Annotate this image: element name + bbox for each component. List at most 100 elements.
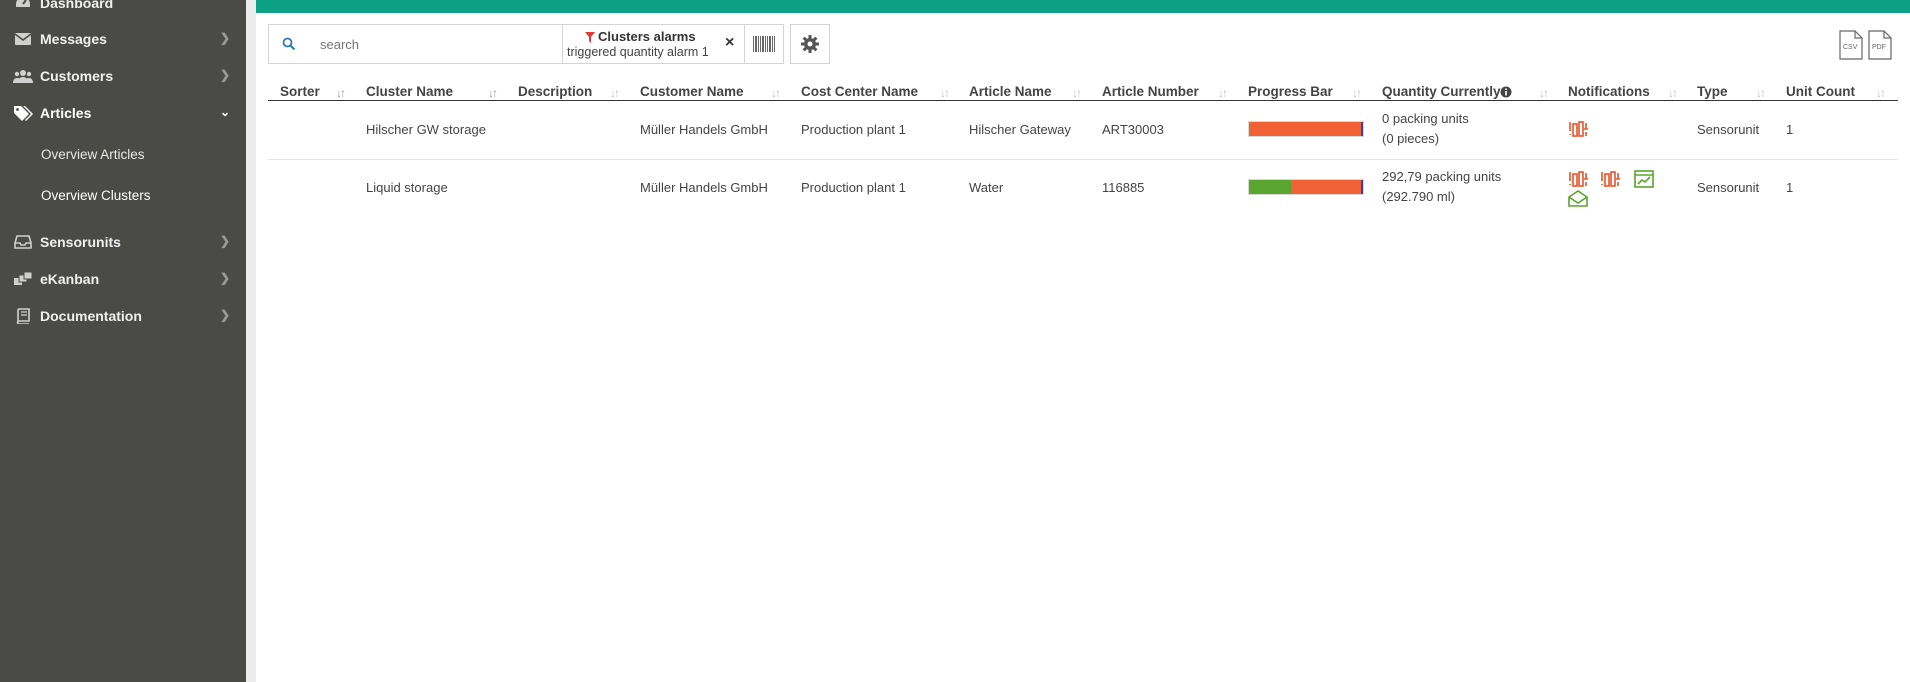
sort-icon[interactable]: ↓↑: [1876, 86, 1886, 100]
csv-label: CSV: [1843, 44, 1858, 51]
cell-quantity-line1: 0 packing units: [1382, 111, 1469, 126]
dashboard-icon: [12, 0, 34, 11]
column-header-description[interactable]: Description: [518, 84, 592, 99]
sort-icon[interactable]: ↓↑: [610, 86, 620, 100]
envelope-icon: [12, 32, 34, 46]
sort-icon[interactable]: ↓↑: [1668, 86, 1678, 100]
export-csv-button[interactable]: CSV: [1839, 30, 1863, 60]
progress-fill-ok: [1249, 180, 1292, 194]
chevron-right-icon: ❯: [219, 308, 230, 322]
open-envelope-icon[interactable]: [1568, 190, 1588, 207]
sort-icon[interactable]: ↓↑: [771, 86, 781, 100]
sidebar-item-label: eKanban: [40, 271, 100, 287]
sidebar-item-label: Messages: [40, 31, 107, 47]
tags-icon: [12, 105, 34, 121]
sort-icon[interactable]: ↓↑: [1756, 86, 1766, 100]
export-pdf-button[interactable]: PDF: [1868, 30, 1892, 60]
sidebar-item-label: Customers: [40, 68, 114, 84]
chevron-right-icon: ❯: [219, 271, 230, 285]
sidebar-item-customers[interactable]: Customers ❯: [0, 59, 246, 93]
sort-icon[interactable]: ↓↑: [336, 86, 346, 100]
filter-value: triggered quantity alarm 1: [567, 45, 709, 59]
column-header-quantity-currently[interactable]: Quantity Currently: [1382, 84, 1501, 99]
barcode-scan-button[interactable]: [744, 24, 784, 64]
progress-fill-alarm: [1291, 180, 1361, 194]
sidebar-item-label: Dashboard: [40, 0, 114, 11]
cell-unit-count: 1: [1786, 122, 1794, 137]
users-icon: [12, 69, 34, 83]
info-icon[interactable]: [1500, 86, 1512, 98]
cell-type: Sensorunit: [1697, 122, 1760, 137]
quantity-alarm-icon[interactable]: [1568, 170, 1590, 188]
progress-marker: [1361, 122, 1363, 136]
column-header-cost-center-name[interactable]: Cost Center Name: [801, 84, 918, 99]
progress-fill-alarm: [1249, 122, 1361, 136]
sidebar-item-articles[interactable]: Articles ⌄: [0, 96, 246, 130]
column-header-notifications[interactable]: Notifications: [1568, 84, 1650, 99]
sort-icon[interactable]: ↓↑: [1218, 86, 1228, 100]
cell-quantity-line2: (292.790 ml): [1382, 189, 1455, 204]
sidebar-item-messages[interactable]: Messages ❯: [0, 22, 246, 56]
sidebar-item-label: Articles: [40, 105, 92, 121]
filter-title: Clusters alarms: [598, 29, 696, 44]
cell-unit-count: 1: [1786, 180, 1794, 195]
quantity-alarm-icon[interactable]: [1600, 170, 1622, 188]
column-header-cluster-name[interactable]: Cluster Name: [366, 84, 453, 99]
cell-quantity-line2: (0 pieces): [1382, 131, 1440, 146]
cell-cost-center: Production plant 1: [801, 122, 906, 137]
sidebar-item-dashboard[interactable]: Dashboard: [0, 0, 246, 20]
kanban-icon: [12, 272, 34, 286]
search-button[interactable]: [268, 24, 310, 64]
top-accent-bar: [256, 0, 1910, 13]
column-header-unit-count[interactable]: Unit Count: [1786, 84, 1855, 99]
settings-button[interactable]: [790, 24, 830, 64]
cell-article-number: 116885: [1102, 180, 1145, 195]
cell-quantity-line1: 292,79 packing units: [1382, 169, 1502, 184]
sort-icon[interactable]: ↓↑: [1072, 86, 1082, 100]
column-header-article-number[interactable]: Article Number: [1102, 84, 1199, 99]
sort-icon[interactable]: ↓↑: [488, 86, 498, 100]
progress-bar: [1248, 179, 1364, 195]
column-header-progress-bar[interactable]: Progress Bar: [1248, 84, 1333, 99]
search-input[interactable]: [308, 24, 573, 64]
cell-cost-center: Production plant 1: [801, 180, 906, 195]
chevron-down-icon: ⌄: [219, 105, 230, 119]
pdf-label: PDF: [1872, 44, 1886, 51]
cell-cluster-name: Liquid storage: [366, 180, 448, 195]
cell-article-name: Water: [969, 180, 1004, 195]
remove-filter-button[interactable]: ×: [725, 34, 734, 52]
cell-article-number: ART30003: [1102, 122, 1164, 137]
sidebar-item-sensorunits[interactable]: Sensorunits ❯: [0, 225, 246, 259]
content-panel: Clusters alarms triggered quantity alarm…: [256, 13, 1910, 682]
filter-icon: [585, 32, 595, 43]
sort-icon[interactable]: ↓↑: [940, 86, 950, 100]
book-icon: [12, 308, 34, 324]
column-header-article-name[interactable]: Article Name: [969, 84, 1052, 99]
cell-article-name: Hilscher Gateway: [969, 122, 1071, 137]
table-row[interactable]: [268, 101, 1898, 160]
column-header-type[interactable]: Type: [1697, 84, 1728, 99]
chevron-right-icon: ❯: [219, 234, 230, 248]
active-filter-chip: Clusters alarms triggered quantity alarm…: [562, 24, 746, 64]
chevron-right-icon: ❯: [219, 68, 230, 82]
sidebar-subitem-overview-clusters[interactable]: Overview Clusters: [41, 188, 151, 203]
column-header-sorter[interactable]: Sorter: [280, 84, 320, 99]
chevron-right-icon: ❯: [219, 31, 230, 45]
sort-icon[interactable]: ↓↑: [1352, 86, 1362, 100]
cell-type: Sensorunit: [1697, 180, 1760, 195]
sidebar-subitem-overview-articles[interactable]: Overview Articles: [41, 147, 145, 162]
search-icon: [282, 37, 296, 51]
sidebar-item-ekanban[interactable]: eKanban ❯: [0, 262, 246, 296]
main-area: Clusters alarms triggered quantity alarm…: [246, 0, 1910, 682]
cell-customer-name: Müller Handels GmbH: [640, 122, 768, 137]
column-header-customer-name[interactable]: Customer Name: [640, 84, 744, 99]
progress-bar: [1248, 121, 1364, 137]
sort-icon[interactable]: ↓↑: [1539, 86, 1549, 100]
cell-customer-name: Müller Handels GmbH: [640, 180, 768, 195]
quantity-alarm-icon[interactable]: [1568, 120, 1590, 138]
progress-marker: [1361, 180, 1363, 194]
chart-report-icon[interactable]: [1634, 170, 1654, 188]
sidebar-item-label: Documentation: [40, 308, 142, 324]
sidebar-item-documentation[interactable]: Documentation ❯: [0, 299, 246, 333]
table-row[interactable]: [268, 160, 1898, 218]
